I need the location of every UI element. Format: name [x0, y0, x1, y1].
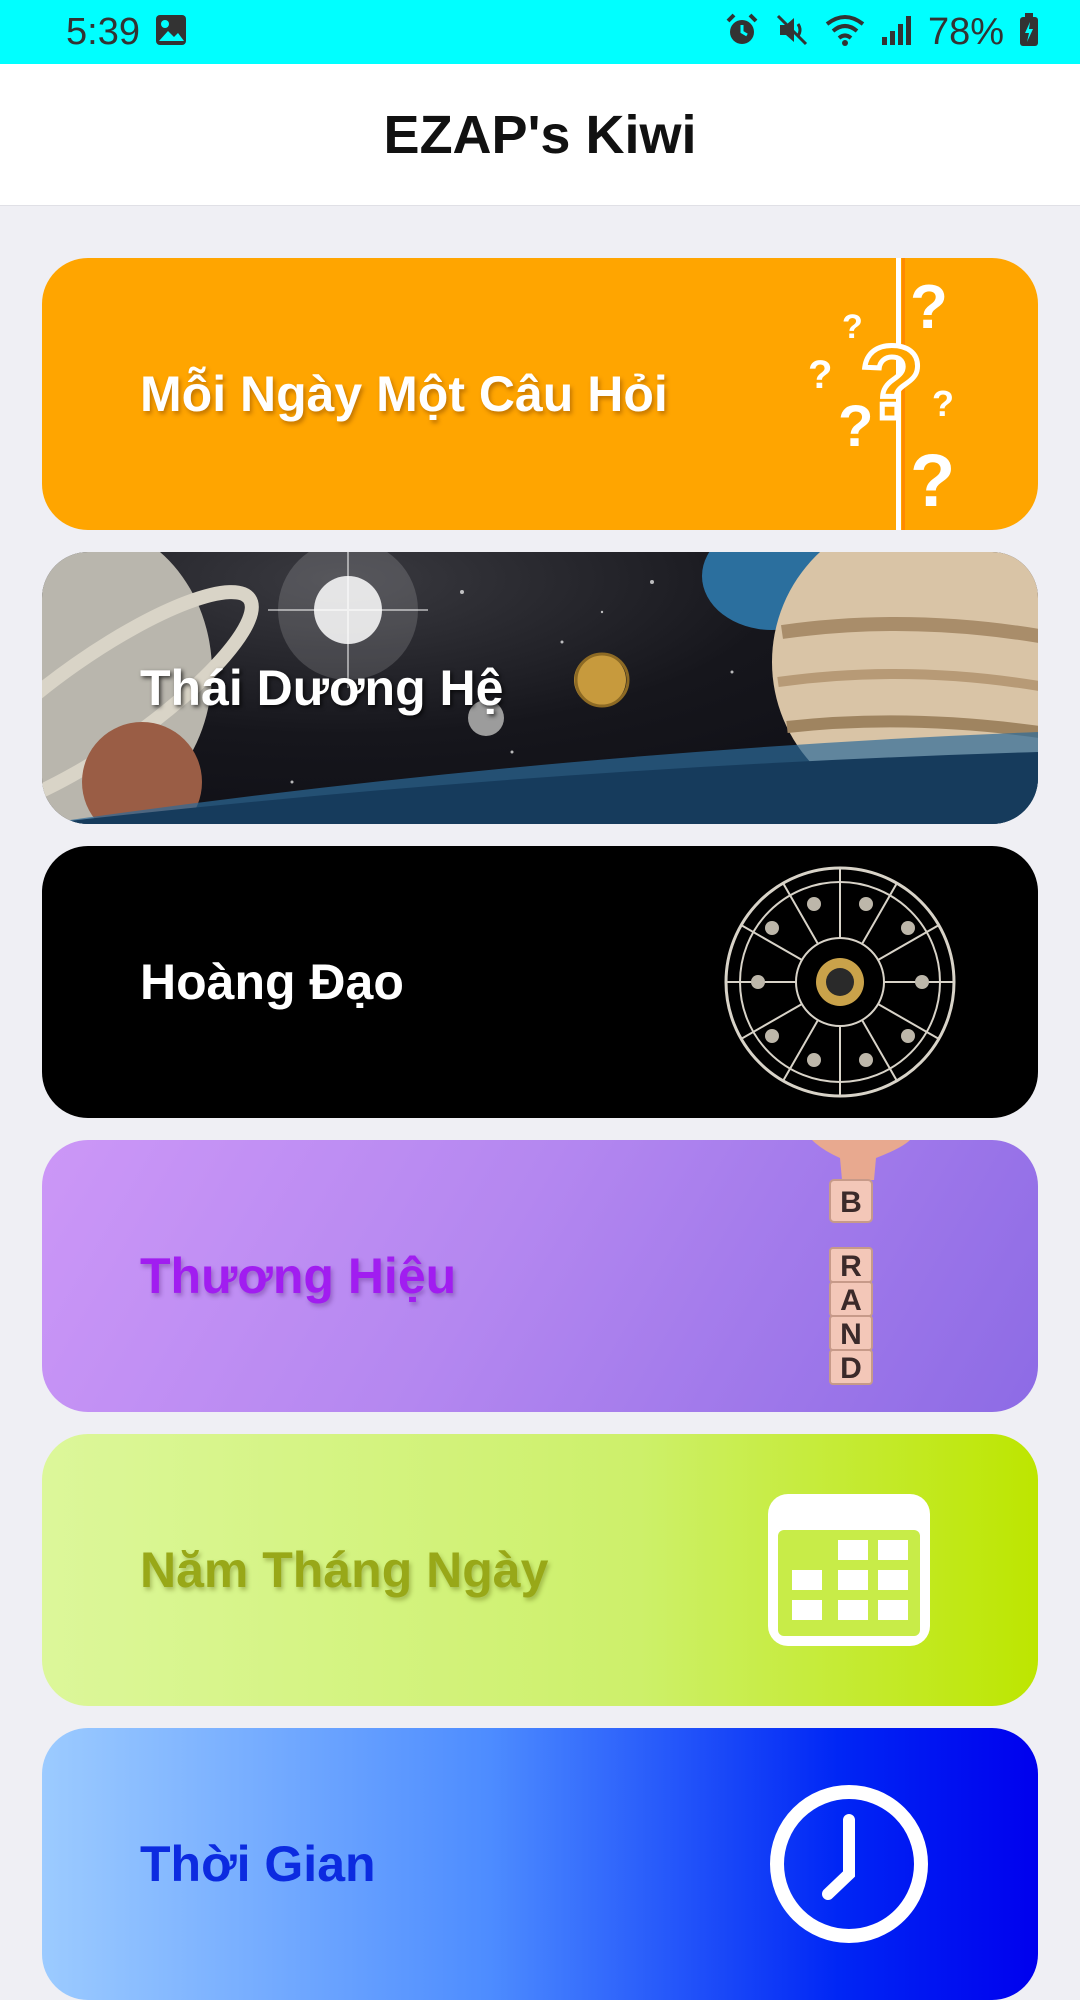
svg-text:?: ?	[808, 353, 832, 397]
brand-letter: D	[840, 1352, 862, 1385]
menu-item-time[interactable]: Thời Gian	[42, 1728, 1038, 2000]
menu-item-label: Thái Dương Hệ	[140, 660, 504, 716]
menu-item-label: Thời Gian	[140, 1836, 376, 1892]
brand-letter: B	[840, 1186, 862, 1219]
menu-item-solar-system[interactable]: Thái Dương Hệ	[42, 552, 1038, 824]
app-bar: EZAP's Kiwi	[0, 64, 1080, 206]
vibrate-off-icon	[774, 12, 810, 53]
signal-icon	[880, 13, 914, 52]
brand-letter: A	[840, 1284, 862, 1317]
status-time: 5:39	[66, 10, 140, 53]
svg-text:?: ?	[932, 383, 954, 424]
alarm-icon	[724, 12, 760, 53]
question-marks-icon: ? ? ? ? ? ? ?	[808, 258, 955, 530]
svg-text:?: ?	[860, 325, 924, 441]
image-icon	[154, 13, 188, 52]
calendar-icon	[768, 1494, 930, 1646]
app-title: EZAP's Kiwi	[383, 104, 697, 165]
menu-item-brand[interactable]: Thương Hiệu B R A N D	[42, 1140, 1038, 1412]
wifi-icon	[824, 12, 866, 53]
status-right: 78%	[724, 11, 1040, 54]
battery-percent: 78%	[927, 10, 1004, 53]
menu-item-zodiac[interactable]: Hoàng Đạo	[42, 846, 1038, 1118]
menu-item-label: Năm Tháng Ngày	[140, 1542, 549, 1598]
battery-charging-icon	[1018, 12, 1040, 53]
status-bar: 5:39 78%	[0, 0, 1080, 64]
brand-blocks-image: B R A N D	[812, 1140, 910, 1385]
svg-text:?: ?	[910, 439, 955, 522]
brand-letter: R	[840, 1250, 862, 1283]
menu-item-daily-question[interactable]: Mỗi Ngày Một Câu Hỏi ? ? ? ? ? ? ?	[42, 258, 1038, 530]
zodiac-wheel-icon	[724, 866, 956, 1098]
status-left: 5:39	[66, 11, 188, 54]
menu-item-calendar[interactable]: Năm Tháng Ngày	[42, 1434, 1038, 1706]
menu-item-label: Mỗi Ngày Một Câu Hỏi	[140, 366, 668, 422]
menu-item-label: Thương Hiệu	[140, 1248, 457, 1304]
menu-item-label: Hoàng Đạo	[140, 954, 404, 1010]
clock-icon	[770, 1785, 928, 1943]
brand-letter: N	[840, 1318, 862, 1351]
